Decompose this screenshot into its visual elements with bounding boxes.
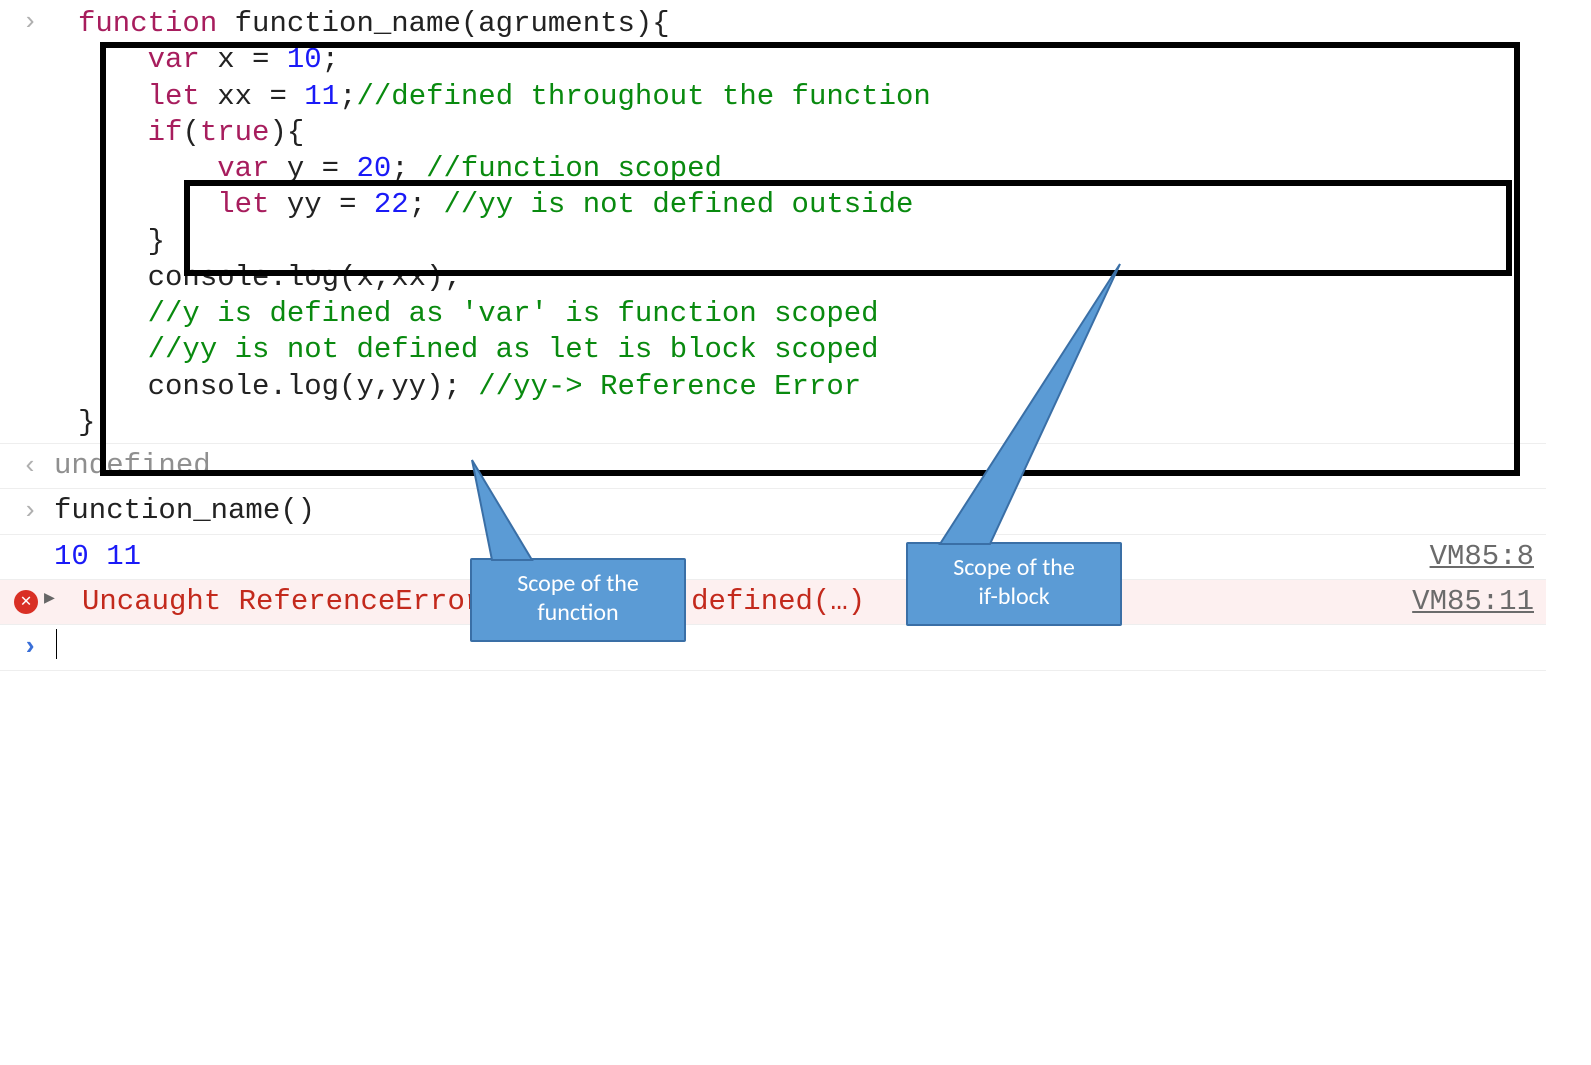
error-icon: ✕ — [14, 590, 38, 614]
prompt-icon — [12, 631, 48, 664]
text-cursor — [56, 629, 57, 659]
console-input-row[interactable]: function function_name(agruments){ var x… — [0, 0, 1546, 444]
input-prompt-icon — [12, 6, 48, 39]
console-prompt-row[interactable] — [0, 625, 1546, 671]
expand-triangle-icon[interactable]: ▶ — [44, 588, 55, 611]
output-arrow-icon — [12, 450, 48, 483]
code-block: function function_name(agruments){ var x… — [54, 6, 1546, 441]
console-input-row[interactable]: function_name() — [0, 489, 1546, 534]
code-call: function_name() — [54, 494, 315, 527]
console-output-row: undefined — [0, 444, 1546, 489]
devtools-console: function function_name(agruments){ var x… — [0, 0, 1546, 691]
keyword-var: var — [148, 43, 200, 76]
log-values: 10 11 — [54, 540, 141, 573]
undefined-output: undefined — [54, 449, 211, 482]
keyword-function: function — [78, 7, 217, 40]
if-block-scope-callout: Scope of the if-block — [906, 542, 1122, 626]
console-log-row: 10 11 VM85:8 — [0, 535, 1546, 580]
callout-text: Scope of the if-block — [953, 553, 1075, 611]
input-prompt-icon — [12, 495, 48, 528]
keyword-let: let — [148, 80, 200, 113]
source-link[interactable]: VM85:11 — [1412, 584, 1534, 620]
keyword-let: let — [217, 188, 269, 221]
callout-text: Scope of the function — [517, 569, 639, 627]
function-scope-callout: Scope of the function — [470, 558, 686, 642]
console-error-row: ✕ ▶ Uncaught ReferenceError: yy is not d… — [0, 580, 1546, 625]
source-link[interactable]: VM85:8 — [1430, 539, 1534, 575]
keyword-if: if — [148, 116, 183, 149]
keyword-var: var — [217, 152, 269, 185]
